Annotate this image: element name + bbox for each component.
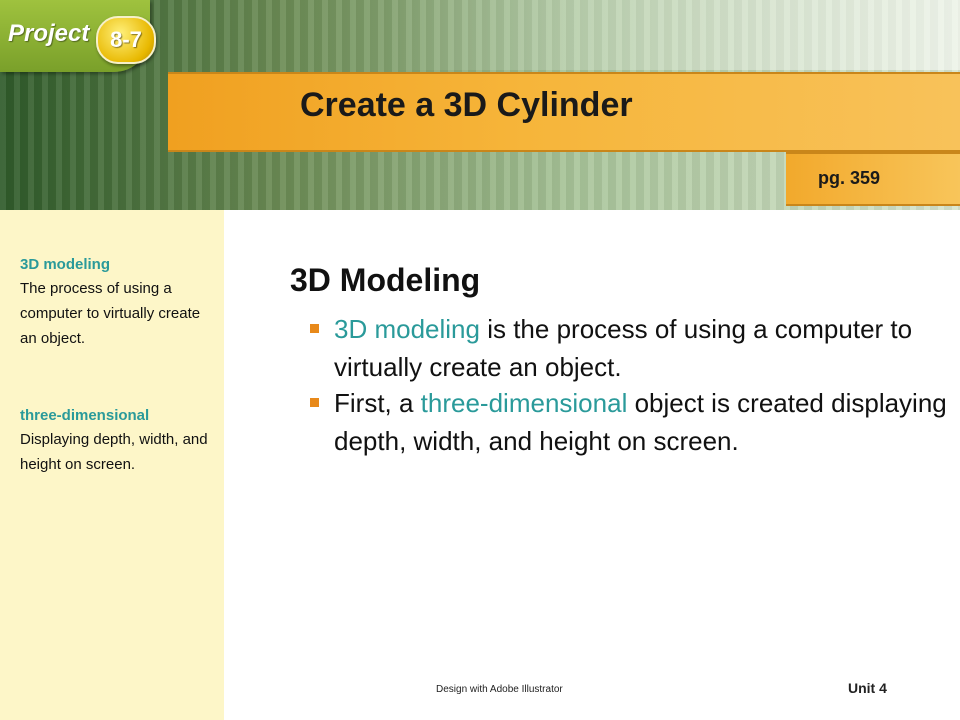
bullet-term: three-dimensional <box>420 388 628 418</box>
bullet-pre: First, a <box>334 388 421 418</box>
sidebar-definition: The process of using a computer to virtu… <box>20 280 201 347</box>
project-number-badge: 8-7 <box>96 16 156 64</box>
bullet-item: 3D modeling is the process of using a co… <box>310 310 950 386</box>
bullet-text: 3D modeling is the process of using a co… <box>334 310 950 386</box>
sidebar-term: three-dimensional <box>20 407 150 424</box>
footer-unit: Unit 4 <box>848 680 887 696</box>
project-label: Project <box>8 20 90 47</box>
bullet-term: 3D modeling <box>334 314 480 344</box>
section-heading: 3D Modeling <box>290 262 481 298</box>
footer-course: Design with Adobe Illustrator <box>436 684 563 695</box>
bullet-square-icon <box>310 398 319 407</box>
header-banner-glow <box>380 0 960 70</box>
page-reference: pg. 359 <box>818 168 881 188</box>
bullet-item: First, a three-dimensional object is cre… <box>310 384 950 460</box>
bullet-text: First, a three-dimensional object is cre… <box>334 384 950 460</box>
sidebar-definition: Displaying depth, width, and height on s… <box>20 431 208 473</box>
slide-title: Create a 3D Cylinder <box>300 86 633 124</box>
bullet-square-icon <box>310 324 319 333</box>
sidebar-term: 3D modeling <box>20 256 111 273</box>
